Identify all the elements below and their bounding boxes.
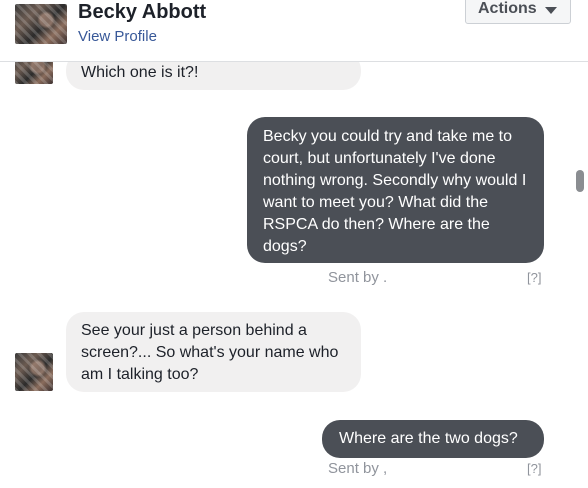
contact-avatar[interactable] xyxy=(15,4,67,44)
message-text: See your just a person behind a screen?.… xyxy=(81,322,339,383)
message-text: Where are the two dogs? xyxy=(339,430,518,447)
caret-down-icon xyxy=(544,7,557,14)
message-text: Becky you could try and take me to court… xyxy=(263,128,527,255)
view-profile-link[interactable]: View Profile xyxy=(78,28,157,45)
message-bubble-incoming: See your just a person behind a screen?.… xyxy=(66,312,361,392)
chat-window: Becky Abbott View Profile Actions Which … xyxy=(0,0,588,488)
actions-button[interactable]: Actions xyxy=(465,0,571,24)
sent-by-label: Sent by , xyxy=(328,460,388,477)
contact-name[interactable]: Becky Abbott xyxy=(78,1,206,24)
message-thread: Which one is it?! Becky you could try an… xyxy=(0,52,588,488)
message-text: Which one is it?! xyxy=(81,64,199,81)
help-link[interactable]: [?] xyxy=(527,270,541,285)
message-bubble-outgoing: Becky you could try and take me to court… xyxy=(247,117,544,263)
scrollbar-thumb[interactable] xyxy=(576,170,584,192)
sent-by-label: Sent by . xyxy=(328,269,388,286)
contact-avatar[interactable] xyxy=(15,353,53,391)
actions-label: Actions xyxy=(478,0,537,17)
help-link[interactable]: [?] xyxy=(527,461,541,476)
conversation-header: Becky Abbott View Profile Actions xyxy=(0,0,588,62)
message-bubble-outgoing: Where are the two dogs? xyxy=(322,420,544,458)
